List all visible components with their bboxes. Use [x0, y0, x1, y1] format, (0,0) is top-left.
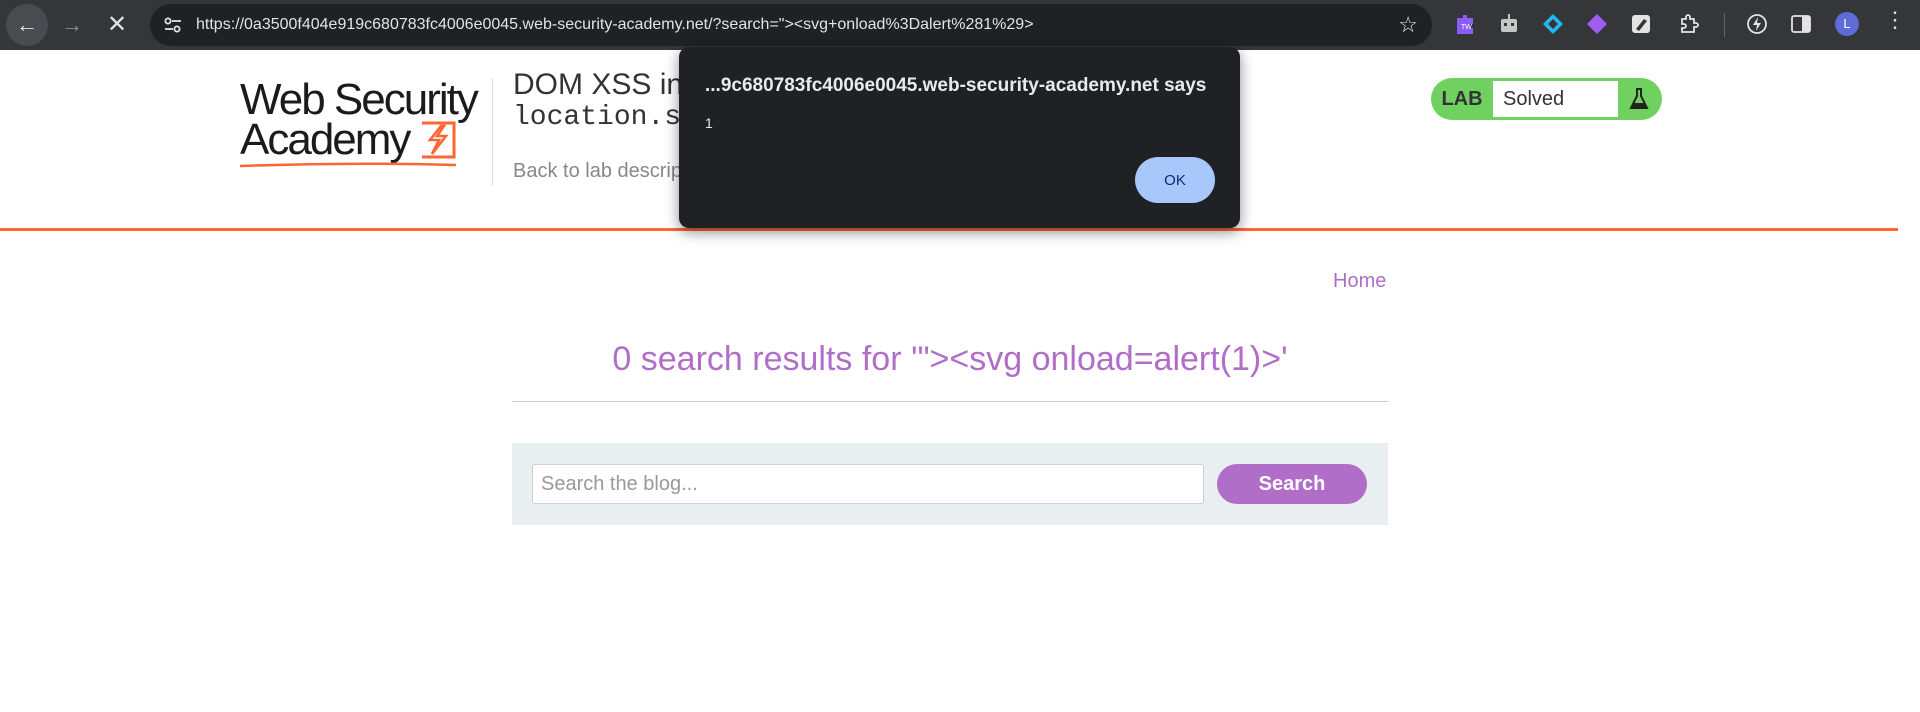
header-divider [492, 78, 493, 186]
tw-extension-icon[interactable]: TW [1453, 12, 1477, 36]
lab-badge-label: LAB [1441, 88, 1483, 110]
lab-status-badge: LAB Solved [1431, 78, 1662, 120]
site-settings-icon[interactable] [162, 14, 184, 36]
lab-title: DOM XSS in [513, 68, 684, 101]
puzzle-extensions-icon[interactable] [1677, 12, 1701, 36]
diamond-extension-icon[interactable] [1541, 12, 1565, 36]
url-text[interactable]: https://0a3500f404e919c680783fc4006e0045… [196, 4, 1034, 46]
alert-dialog-message: 1 [705, 115, 713, 131]
back-button[interactable]: ← [6, 4, 48, 46]
lab-status-text: Solved [1493, 81, 1618, 117]
profile-avatar[interactable]: L [1835, 12, 1859, 36]
side-panel-icon[interactable] [1789, 12, 1813, 36]
stop-loading-button[interactable]: ✕ [96, 4, 138, 46]
lightning-logo-icon [422, 121, 456, 159]
bookmark-star-icon[interactable]: ☆ [1398, 12, 1418, 38]
flask-icon [1629, 88, 1649, 109]
search-results-heading: 0 search results for '"><svg onload=aler… [612, 340, 1288, 378]
logo-line-2: Academy [240, 115, 411, 164]
web-security-academy-logo[interactable]: Web Security Academy [238, 76, 490, 170]
home-link[interactable]: Home [1333, 270, 1386, 293]
alert-ok-button[interactable]: OK [1135, 157, 1215, 203]
back-to-lab-description-link[interactable]: Back to lab descrip [513, 160, 682, 183]
lab-title-code: location.s [513, 102, 682, 133]
robot-extension-icon[interactable] [1497, 12, 1521, 36]
search-button[interactable]: Search [1217, 464, 1367, 504]
svg-text:TW: TW [1461, 24, 1472, 31]
logo-underline-icon [239, 162, 457, 168]
gem-extension-icon[interactable] [1585, 12, 1609, 36]
address-bar[interactable]: https://0a3500f404e919c680783fc4006e0045… [150, 4, 1432, 46]
performance-icon[interactable] [1745, 12, 1769, 36]
arrow-left-icon: ← [16, 12, 38, 37]
browser-toolbar: ← → ✕ https://0a3500f404e919c680783fc400… [0, 0, 1920, 50]
close-icon: ✕ [106, 11, 128, 38]
scrollbar-track[interactable] [1898, 50, 1920, 712]
menu-kebab-icon[interactable]: ⋮ [1884, 9, 1906, 31]
alert-dialog: ...9c680783fc4006e0045.web-security-acad… [679, 47, 1240, 228]
toolbar-divider [1724, 13, 1725, 37]
search-input[interactable] [532, 464, 1204, 504]
arrow-right-icon: → [61, 12, 83, 37]
results-divider [512, 401, 1388, 402]
header-orange-rule [0, 228, 1898, 231]
pen-extension-icon[interactable] [1629, 12, 1653, 36]
alert-dialog-title: ...9c680783fc4006e0045.web-security-acad… [705, 75, 1207, 96]
forward-button[interactable]: → [51, 4, 93, 46]
